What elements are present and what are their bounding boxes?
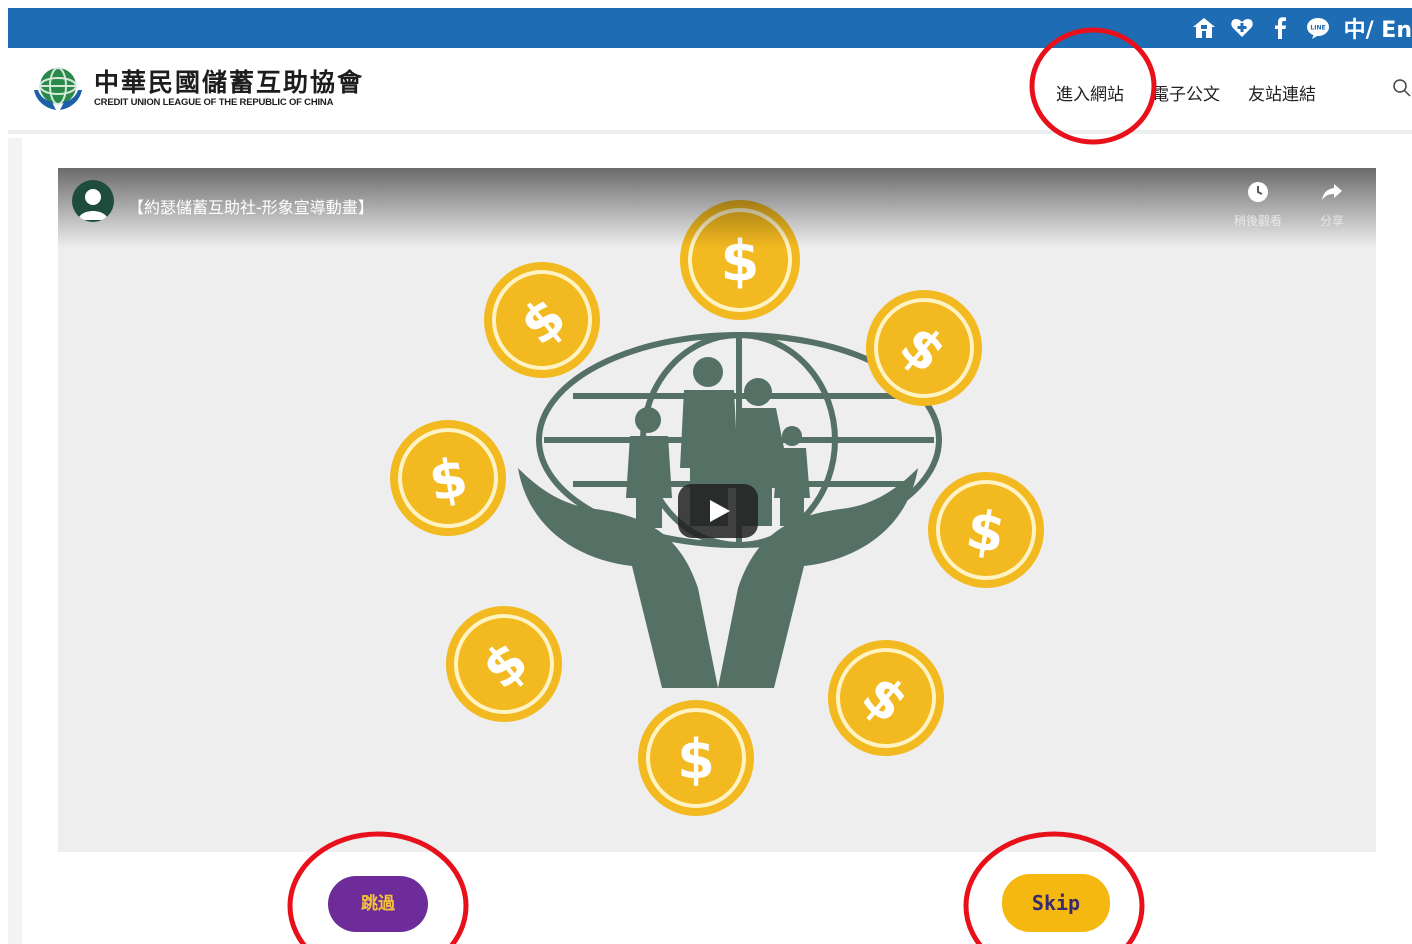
video-player[interactable]: $ $ $ $ $ $ $ $ 【約瑟儲蓄互助社-形象宣導動畫】 稍後觀看 分享 bbox=[58, 168, 1376, 852]
nav-e-documents[interactable]: 電子公文 bbox=[1152, 80, 1220, 105]
skip-button-en[interactable]: Skip bbox=[1002, 874, 1110, 932]
share-button[interactable]: 分享 bbox=[1300, 180, 1364, 229]
logo-name-zh: 中華民國儲蓄互助協會 bbox=[94, 67, 365, 97]
play-icon bbox=[710, 500, 730, 522]
main-nav: 進入網站 電子公文 友站連結 bbox=[1056, 80, 1316, 105]
logo-name-en: CREDIT UNION LEAGUE OF THE REPUBLIC OF C… bbox=[94, 96, 334, 108]
video-title[interactable]: 【約瑟儲蓄互助社-形象宣導動畫】 bbox=[128, 194, 374, 218]
language-switch[interactable]: 中/ En bbox=[1344, 12, 1412, 44]
skip-button-zh[interactable]: 跳過 bbox=[328, 876, 428, 932]
clock-icon bbox=[1248, 182, 1268, 202]
play-button[interactable] bbox=[678, 484, 758, 538]
site-logo[interactable]: 中華民國儲蓄互助協會 CREDIT UNION LEAGUE OF THE RE… bbox=[30, 60, 364, 116]
share-label: 分享 bbox=[1319, 214, 1344, 228]
top-bar: LINE 中/ En bbox=[8, 8, 1412, 48]
site-header: 中華民國儲蓄互助協會 CREDIT UNION LEAGUE OF THE RE… bbox=[8, 48, 1412, 134]
search-icon[interactable] bbox=[1392, 78, 1412, 98]
channel-avatar[interactable] bbox=[72, 180, 114, 222]
nav-enter-site[interactable]: 進入網站 bbox=[1056, 80, 1124, 105]
svg-text:$: $ bbox=[677, 728, 715, 791]
logo-emblem-icon bbox=[34, 67, 82, 110]
top-icons: LINE 中/ En bbox=[1192, 8, 1412, 48]
line-icon[interactable]: LINE bbox=[1306, 16, 1330, 40]
heart-plus-icon[interactable] bbox=[1230, 16, 1254, 40]
watch-later-label: 稍後觀看 bbox=[1233, 214, 1282, 228]
nav-partner-links[interactable]: 友站連結 bbox=[1248, 80, 1316, 105]
watch-later-button[interactable]: 稍後觀看 bbox=[1226, 180, 1290, 229]
home-icon[interactable] bbox=[1192, 16, 1216, 40]
share-arrow-icon bbox=[1322, 184, 1342, 200]
facebook-icon[interactable] bbox=[1268, 16, 1292, 40]
svg-text:LINE: LINE bbox=[1310, 25, 1325, 32]
